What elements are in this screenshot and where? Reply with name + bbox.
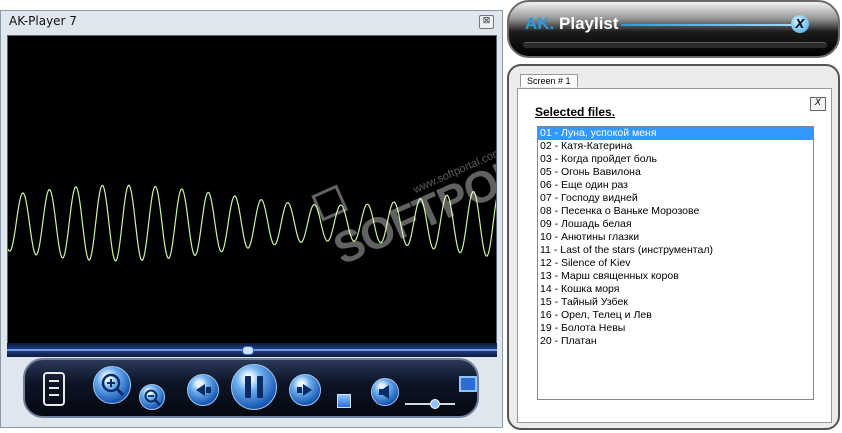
selected-files-title: Selected files. — [535, 105, 616, 119]
visualization-screen: SOFTPORTAL www.softportal.com — [7, 35, 497, 352]
track-item[interactable]: 12 - Silence of Kiev — [538, 257, 813, 270]
playlist-close-button[interactable]: X — [791, 15, 809, 33]
previous-button[interactable] — [187, 374, 219, 406]
playlist-logo-title: Playlist — [559, 14, 619, 33]
next-icon — [297, 384, 312, 396]
playlist-header-bar — [523, 42, 827, 48]
pause-icon — [245, 376, 251, 398]
track-item[interactable]: 03 - Когда пройдет боль — [538, 153, 813, 166]
player-close-button[interactable]: ⊠ — [479, 15, 494, 29]
stop-button[interactable] — [337, 394, 351, 408]
playlist-logo: AK. Playlist — [525, 14, 619, 34]
speaker-icon — [379, 385, 389, 399]
zoom-out-button[interactable] — [139, 384, 165, 410]
track-item[interactable]: 13 - Марш священных коров — [538, 270, 813, 283]
panel-close-button[interactable]: X — [810, 97, 826, 111]
pause-icon-bar — [257, 376, 263, 398]
tab-screen-1[interactable]: Screen # 1 — [520, 74, 578, 87]
zoom-out-icon — [144, 389, 161, 406]
track-item[interactable]: 10 - Анютины глазки — [538, 231, 813, 244]
playlist-header-line — [621, 24, 793, 26]
zoom-in-icon — [101, 373, 125, 397]
track-item[interactable]: 06 - Еще один раз — [538, 179, 813, 192]
seek-thumb[interactable] — [242, 346, 255, 355]
next-button[interactable] — [289, 374, 321, 406]
track-item[interactable]: 09 - Лошадь белая — [538, 218, 813, 231]
zoom-in-button[interactable] — [93, 366, 131, 404]
track-item[interactable]: 02 - Катя-Катерина — [538, 140, 813, 153]
menu-button[interactable] — [43, 372, 65, 406]
track-item[interactable]: 19 - Болота Невы — [538, 322, 813, 335]
volume-thumb[interactable] — [430, 399, 441, 409]
track-item[interactable]: 01 - Луна, успокой меня — [538, 127, 813, 140]
fullscreen-button[interactable] — [459, 376, 477, 392]
player-title: AK-Player 7 — [9, 14, 77, 28]
playlist-header: AK. Playlist X — [507, 0, 840, 58]
menu-icon-line — [49, 387, 59, 389]
track-item[interactable]: 16 - Орел, Телец и Лев — [538, 309, 813, 322]
track-item[interactable]: 15 - Тайный Узбек — [538, 296, 813, 309]
track-item[interactable]: 08 - Песенка о Ваньке Морозове — [538, 205, 813, 218]
previous-icon — [196, 384, 211, 396]
track-item[interactable]: 20 - Платан — [538, 335, 813, 348]
track-item[interactable]: 11 - Last of the stars (инструментал) — [538, 244, 813, 257]
seek-bar[interactable] — [7, 343, 497, 357]
track-item[interactable]: 05 - Огонь Вавилона — [538, 166, 813, 179]
playlist-body: Screen # 1 X Selected files. 01 - Луна, … — [507, 64, 840, 430]
player-window: AK-Player 7 ⊠ SOFTPORTAL www.softportal.… — [0, 10, 503, 428]
mute-button[interactable] — [371, 378, 399, 406]
control-bar — [23, 358, 479, 418]
track-item[interactable]: 14 - Кошка моря — [538, 283, 813, 296]
menu-icon — [49, 380, 59, 382]
track-list[interactable]: 01 - Луна, успокой меня 02 - Катя-Катерин… — [537, 126, 814, 400]
pause-button[interactable] — [231, 364, 277, 410]
menu-icon-line — [49, 394, 59, 396]
tab-panel: X Selected files. 01 - Луна, успокой мен… — [517, 88, 832, 423]
track-item[interactable]: 07 - Господу видней — [538, 192, 813, 205]
playlist-logo-ak: AK. — [525, 14, 555, 33]
